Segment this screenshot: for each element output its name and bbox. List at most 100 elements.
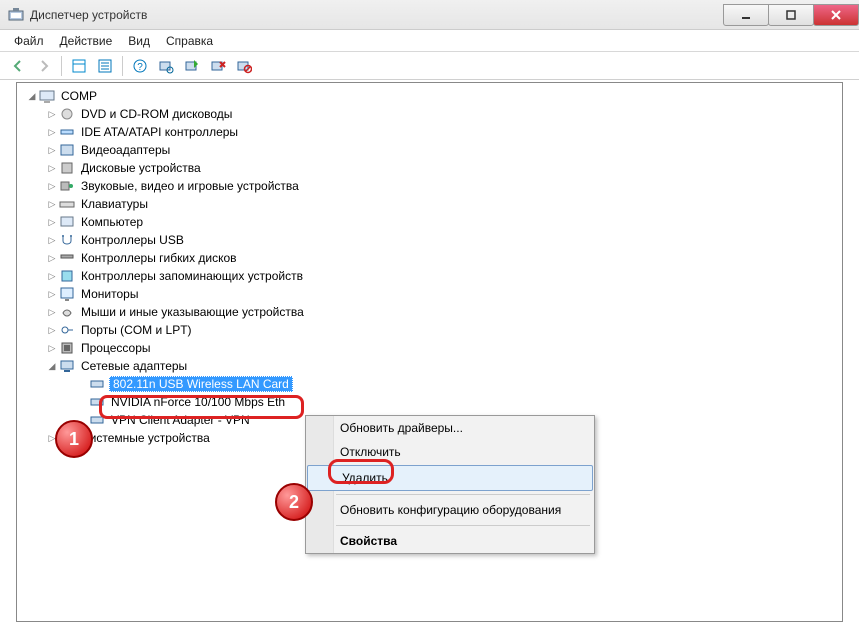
expand-icon[interactable]: ▷ (45, 199, 59, 210)
expand-icon[interactable]: ▷ (45, 145, 59, 156)
tree-category[interactable]: ▷ Контроллеры запоминающих устройств (19, 267, 840, 285)
tree-category[interactable]: ▷Компьютер (19, 213, 840, 231)
category-label: Видеоадаптеры (79, 143, 172, 157)
toolbar-separator (61, 56, 62, 76)
annotation-badge-1: 1 (55, 420, 93, 458)
expand-icon[interactable]: ▷ (45, 307, 59, 318)
category-label: Контроллеры USB (79, 233, 186, 247)
menu-file[interactable]: Файл (6, 32, 52, 50)
maximize-button[interactable] (768, 4, 814, 26)
category-label: Мыши и иные указывающие устройства (79, 305, 306, 319)
close-button[interactable] (813, 4, 859, 26)
device-tree[interactable]: ◢ COMP ▷ DVD и CD-ROM дисководы ▷ IDE ATA/A… (17, 83, 842, 451)
expand-icon[interactable]: ▷ (45, 325, 59, 336)
back-button[interactable] (6, 54, 30, 78)
collapse-icon[interactable]: ◢ (45, 361, 59, 372)
menu-bar: Файл Действие Вид Справка (0, 30, 859, 52)
tree-category[interactable]: ▷ Клавиатуры (19, 195, 840, 213)
tree-category[interactable]: ▷ Контроллеры USB (19, 231, 840, 249)
annotation-badge-2: 2 (275, 483, 313, 521)
device-label: NVIDIA nForce 10/100 Mbps Eth (109, 395, 287, 409)
category-label: Процессоры (79, 341, 153, 355)
disable-button[interactable] (232, 54, 256, 78)
root-label: COMP (59, 89, 99, 103)
minimize-button[interactable] (723, 4, 769, 26)
context-separator (336, 494, 590, 495)
help-button[interactable]: ? (128, 54, 152, 78)
expand-icon[interactable]: ▷ (45, 127, 59, 138)
tree-device-nforce[interactable]: NVIDIA nForce 10/100 Mbps Eth (19, 393, 840, 411)
device-category-icon (59, 106, 75, 122)
tree-category[interactable]: ▷ Процессоры (19, 339, 840, 357)
app-icon (8, 7, 24, 23)
network-icon (59, 358, 75, 374)
ctx-update-drivers[interactable]: Обновить драйверы... (306, 416, 594, 440)
category-label: IDE ATA/ATAPI контроллеры (79, 125, 240, 139)
title-bar: Диспетчер устройств (0, 0, 859, 30)
device-category-icon (59, 160, 75, 176)
collapse-icon[interactable]: ◢ (25, 91, 39, 102)
tree-category[interactable]: ▷ DVD и CD-ROM дисководы (19, 105, 840, 123)
menu-help[interactable]: Справка (158, 32, 221, 50)
category-label: Мониторы (79, 287, 140, 301)
svg-text:?: ? (137, 62, 143, 73)
expand-icon[interactable]: ▷ (45, 217, 59, 228)
category-label: Сетевые адаптеры (79, 359, 189, 373)
expand-icon[interactable]: ▷ (45, 271, 59, 282)
tree-category[interactable]: ▷ Видеоадаптеры (19, 141, 840, 159)
ctx-disable[interactable]: Отключить (306, 440, 594, 464)
menu-view[interactable]: Вид (120, 32, 158, 50)
device-category-icon (59, 268, 75, 284)
tree-category[interactable]: ▷ Дисковые устройства (19, 159, 840, 177)
expand-icon[interactable]: ▷ (45, 163, 59, 174)
tree-category[interactable]: ▷ Порты (COM и LPT) (19, 321, 840, 339)
expand-icon[interactable]: ▷ (45, 181, 59, 192)
ctx-properties[interactable]: Свойства (306, 529, 594, 553)
toolbar: ? (0, 52, 859, 80)
device-category-icon (59, 286, 75, 302)
category-label: Контроллеры запоминающих устройств (79, 269, 305, 283)
category-label: Клавиатуры (79, 197, 150, 211)
ctx-remove[interactable]: Удалить (307, 465, 593, 491)
adapter-icon (89, 376, 105, 392)
tree-category[interactable]: ▷Контроллеры гибких дисков (19, 249, 840, 267)
category-label: Дисковые устройства (79, 161, 203, 175)
computer-icon (39, 88, 55, 104)
category-label: DVD и CD-ROM дисководы (79, 107, 234, 121)
category-label: Порты (COM и LPT) (79, 323, 194, 337)
tree-root[interactable]: ◢ COMP (19, 87, 840, 105)
device-category-icon (59, 322, 75, 338)
device-label: VPN Client Adapter - VPN (109, 413, 252, 427)
forward-button[interactable] (32, 54, 56, 78)
view-button[interactable] (67, 54, 91, 78)
device-category-icon (59, 340, 75, 356)
device-category-icon (59, 232, 75, 248)
properties-button[interactable] (93, 54, 117, 78)
tree-category[interactable]: ▷ Мониторы (19, 285, 840, 303)
expand-icon[interactable]: ▷ (45, 289, 59, 300)
update-button[interactable] (180, 54, 204, 78)
window-title: Диспетчер устройств (30, 8, 147, 22)
device-category-icon (59, 178, 75, 194)
device-category-icon (59, 142, 75, 158)
ctx-rescan[interactable]: Обновить конфигурацию оборудования (306, 498, 594, 522)
device-category-icon (59, 250, 75, 266)
menu-action[interactable]: Действие (52, 32, 121, 50)
remove-button[interactable] (206, 54, 230, 78)
toolbar-separator (122, 56, 123, 76)
context-separator (336, 525, 590, 526)
tree-device-wlan[interactable]: 802.11n USB Wireless LAN Card (19, 375, 840, 393)
expand-icon[interactable]: ▷ (45, 343, 59, 354)
device-category-icon (59, 124, 75, 140)
tree-category[interactable]: ▷ Звуковые, видео и игровые устройства (19, 177, 840, 195)
tree-category[interactable]: ▷ Мыши и иные указывающие устройства (19, 303, 840, 321)
category-label: Звуковые, видео и игровые устройства (79, 179, 301, 193)
scan-button[interactable] (154, 54, 178, 78)
expand-icon[interactable]: ▷ (45, 109, 59, 120)
tree-category[interactable]: ▷ IDE ATA/ATAPI контроллеры (19, 123, 840, 141)
device-category-icon (59, 196, 75, 212)
device-label-selected: 802.11n USB Wireless LAN Card (109, 376, 293, 392)
tree-category-network[interactable]: ◢ Сетевые адаптеры (19, 357, 840, 375)
expand-icon[interactable]: ▷ (45, 253, 59, 264)
expand-icon[interactable]: ▷ (45, 235, 59, 246)
